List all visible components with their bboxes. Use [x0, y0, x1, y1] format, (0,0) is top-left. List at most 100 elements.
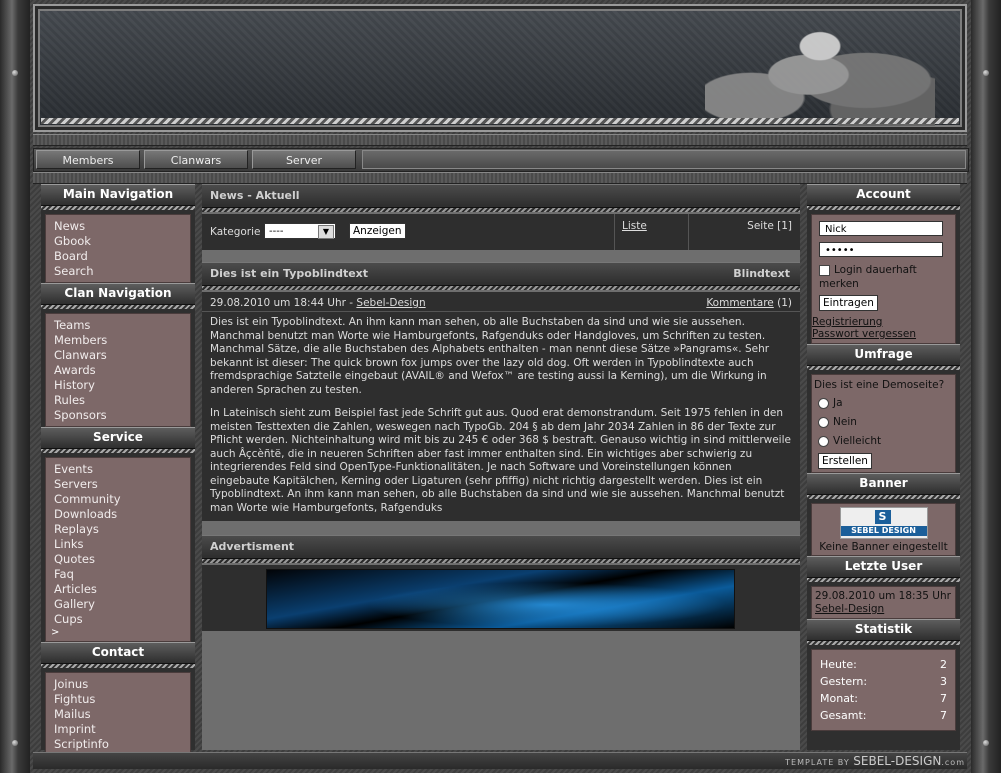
- article-paragraph: In Lateinisch sieht zum Beispiel fast je…: [210, 407, 791, 514]
- chevron-down-icon: ▼: [318, 225, 334, 239]
- logo-mark: S: [874, 510, 891, 524]
- poll-submit-button[interactable]: Erstellen: [818, 453, 872, 469]
- username-input[interactable]: Nick: [819, 221, 943, 236]
- nav-teams[interactable]: Teams: [51, 318, 185, 333]
- article-text: Dies ist ein Typoblindtext. An ihm kann …: [202, 312, 800, 521]
- contact-heading: Contact: [41, 642, 195, 668]
- template-credit[interactable]: TEMPLATE BY SEBEL-DESIGN.com: [785, 754, 965, 768]
- nav-community[interactable]: Community: [51, 492, 185, 507]
- nav-rules[interactable]: Rules: [51, 393, 185, 408]
- last-user-heading: Letzte User: [807, 556, 960, 582]
- top-navigation: Members Clanwars Server: [33, 148, 969, 172]
- main-navigation-heading: Main Navigation: [41, 184, 195, 210]
- banner-heading: Banner: [807, 473, 960, 499]
- nav-joinus[interactable]: Joinus: [51, 677, 185, 692]
- remember-label: Login dauerhaft merken: [819, 264, 917, 290]
- author-link[interactable]: Sebel-Design: [356, 297, 425, 309]
- nav-events[interactable]: Events: [51, 462, 185, 477]
- nav-sponsors[interactable]: Sponsors: [51, 408, 185, 423]
- topnav-server[interactable]: Server: [252, 150, 356, 169]
- nav-scriptinfo[interactable]: Scriptinfo: [51, 737, 185, 752]
- nav-servers[interactable]: Servers: [51, 477, 185, 492]
- nav-history[interactable]: History: [51, 378, 185, 393]
- main-content: News - Aktuell Kategorie ---- ▼ Anzeigen…: [202, 184, 800, 750]
- last-user-link[interactable]: Sebel-Design: [815, 603, 952, 616]
- topnav-clanwars[interactable]: Clanwars: [144, 150, 248, 169]
- login-form: Nick ••••• Login dauerhaft merken Eintra…: [811, 214, 956, 344]
- advert-banner-image[interactable]: [266, 569, 735, 629]
- header-banner: [33, 4, 967, 132]
- nav-articles[interactable]: Articles: [51, 582, 185, 597]
- login-button[interactable]: Eintragen: [819, 295, 878, 311]
- nav-news[interactable]: News: [51, 219, 185, 234]
- rivet-icon: [12, 70, 18, 76]
- nav-awards[interactable]: Awards: [51, 363, 185, 378]
- kategorie-select[interactable]: ---- ▼: [264, 223, 336, 239]
- poll-option-label: Nein: [833, 416, 857, 428]
- credit-prefix: TEMPLATE BY: [785, 758, 854, 767]
- topnav-members[interactable]: Members: [36, 150, 140, 169]
- nav-members[interactable]: Members: [51, 333, 185, 348]
- nav-mailus[interactable]: Mailus: [51, 707, 185, 722]
- kategorie-label: Kategorie: [210, 226, 261, 238]
- last-user-box: 29.08.2010 um 18:35 Uhr Sebel-Design: [811, 586, 956, 619]
- register-link[interactable]: Registrierung: [812, 316, 955, 328]
- password-input[interactable]: •••••: [819, 242, 943, 257]
- poll-question: Dies ist eine Demoseite?: [814, 379, 945, 391]
- stat-value: 2: [940, 658, 947, 671]
- service-heading: Service: [41, 427, 195, 453]
- left-pillar: [0, 0, 30, 773]
- nav-cups[interactable]: Cups: [51, 612, 185, 627]
- nav-gbook[interactable]: Gbook: [51, 234, 185, 249]
- nav-imprint[interactable]: Imprint: [51, 722, 185, 737]
- nav-downloads[interactable]: Downloads: [51, 507, 185, 522]
- article-paragraph: Dies ist ein Typoblindtext. An ihm kann …: [210, 316, 770, 396]
- stat-label: Heute:: [820, 658, 857, 671]
- right-pillar: [971, 0, 1001, 773]
- main-navigation-list: News Gbook Board Search: [45, 214, 191, 283]
- poll-option-radio[interactable]: [818, 435, 829, 447]
- robot-artwork: [705, 12, 935, 126]
- banner-caption: Keine Banner eingestellt: [819, 541, 948, 553]
- poll-form: Dies ist eine Demoseite? Ja Nein Viellei…: [811, 374, 956, 473]
- rivet-icon: [983, 740, 989, 746]
- logo-text: SEBEL DESIGN: [840, 526, 927, 536]
- statistics-box: Heute: 2 Gestern: 3 Monat: 7 Gesamt: 7: [811, 649, 956, 731]
- credit-brand: SEBEL-DESIGN: [853, 754, 942, 768]
- stat-label: Gestern:: [820, 675, 868, 688]
- nav-quotes[interactable]: Quotes: [51, 552, 185, 567]
- news-heading: News - Aktuell: [202, 184, 800, 212]
- divider: [33, 172, 967, 184]
- article-date: 29.08.2010 um 18:44 Uhr -: [210, 297, 357, 309]
- nav-replays[interactable]: Replays: [51, 522, 185, 537]
- statistics-heading: Statistik: [807, 619, 960, 645]
- comments-count: (1): [777, 297, 792, 309]
- nav-links[interactable]: Links: [51, 537, 185, 552]
- article-title[interactable]: Dies ist ein Typoblindtext: [210, 267, 368, 280]
- nav-search[interactable]: Search: [51, 264, 185, 279]
- more-arrow-icon[interactable]: >: [48, 627, 185, 638]
- stat-value: 7: [940, 709, 947, 722]
- clan-navigation-heading: Clan Navigation: [41, 283, 195, 309]
- stat-row: Heute: 2: [816, 656, 951, 673]
- poll-option-radio[interactable]: [818, 416, 829, 428]
- advert-body: [202, 565, 800, 631]
- news-filter-bar: Kategorie ---- ▼ Anzeigen Liste Seite [1…: [202, 214, 800, 250]
- right-sidebar: Account Nick ••••• Login dauerhaft merke…: [807, 184, 960, 750]
- divider: [33, 134, 967, 146]
- remember-checkbox[interactable]: [819, 264, 830, 276]
- anzeigen-button[interactable]: Anzeigen: [349, 223, 406, 239]
- service-list: Events Servers Community Downloads Repla…: [45, 457, 191, 642]
- forgot-password-link[interactable]: Passwort vergessen: [812, 328, 955, 340]
- nav-gallery[interactable]: Gallery: [51, 597, 185, 612]
- liste-link[interactable]: Liste: [622, 220, 647, 232]
- nav-clanwars[interactable]: Clanwars: [51, 348, 185, 363]
- nav-board[interactable]: Board: [51, 249, 185, 264]
- stat-row: Gesamt: 7: [816, 707, 951, 724]
- nav-faq[interactable]: Faq: [51, 567, 185, 582]
- comments-link[interactable]: Kommentare: [706, 297, 773, 309]
- sebel-design-logo[interactable]: S SEBEL DESIGN: [839, 507, 928, 539]
- nav-fightus[interactable]: Fightus: [51, 692, 185, 707]
- poll-option-radio[interactable]: [818, 397, 829, 409]
- article-body: 29.08.2010 um 18:44 Uhr - Sebel-Design K…: [202, 292, 800, 521]
